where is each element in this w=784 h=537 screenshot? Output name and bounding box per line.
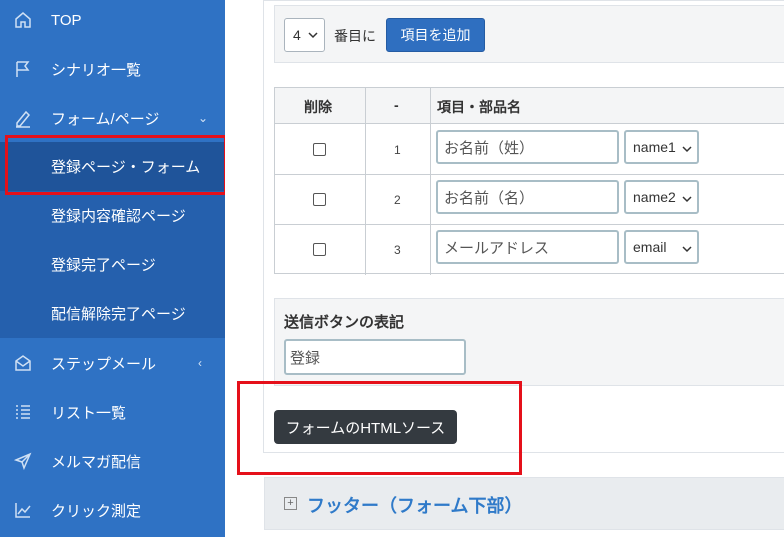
home-icon (12, 9, 34, 31)
sidebar-item-scenarios[interactable]: シナリオ一覧 (0, 45, 225, 93)
send-icon (12, 450, 34, 472)
field-name-value: name2 (633, 189, 676, 205)
sidebar-item-label: メルマガ配信 (51, 453, 142, 471)
column-header-delete: 削除 (304, 99, 332, 115)
forms-submenu: 登録ページ・フォーム 登録内容確認ページ 登録完了ページ 配信解除完了ページ (0, 142, 225, 338)
position-suffix-label: 番目に (334, 28, 376, 44)
item-label-value: お名前（姓） (444, 139, 535, 157)
footer-section-title[interactable]: フッター（フォーム下部） (307, 492, 522, 518)
submenu-item-label: 登録ページ・フォーム (51, 159, 201, 176)
row-divider (275, 224, 784, 225)
table-header (275, 88, 784, 124)
submit-label-heading: 送信ボタンの表記 (284, 314, 405, 331)
sidebar: TOP シナリオ一覧 フォーム/ページ ⌄ 登録ページ・フォーム 登録内容確認ペ… (0, 0, 225, 537)
sidebar-item-click-tracking[interactable]: クリック測定 (0, 486, 225, 534)
row-number: 2 (394, 193, 401, 207)
row-number: 1 (394, 143, 401, 157)
list-icon (12, 401, 34, 423)
row-divider (275, 174, 784, 175)
column-divider (430, 88, 431, 275)
sidebar-item-label: ステップメール (51, 355, 157, 373)
sidebar-item-label: TOP (51, 11, 82, 29)
submenu-item-complete-page[interactable]: 登録完了ページ (0, 240, 225, 289)
field-name-value: name1 (633, 139, 676, 155)
chart-icon (12, 499, 34, 521)
item-label-value: お名前（名） (444, 189, 535, 207)
field-name-value: email (633, 239, 667, 255)
submenu-item-registration-form[interactable]: 登録ページ・フォーム (0, 142, 225, 191)
submenu-item-confirm-page[interactable]: 登録内容確認ページ (0, 191, 225, 240)
sidebar-item-label: クリック測定 (51, 502, 142, 520)
sidebar-item-forms[interactable]: フォーム/ページ ⌄ (0, 94, 225, 142)
add-item-button[interactable]: 項目を追加 (386, 18, 485, 52)
expand-icon[interactable]: + (284, 497, 297, 510)
submenu-item-unsubscribe-page[interactable]: 配信解除完了ページ (0, 289, 225, 338)
chevron-down-icon (682, 192, 692, 208)
delete-checkbox[interactable] (313, 243, 326, 256)
content-gutter (225, 0, 255, 537)
item-label-input[interactable]: お名前（名） (436, 180, 619, 214)
chevron-down-icon: ⌄ (198, 111, 209, 125)
sidebar-item-step-mail[interactable]: ステップメール ‹ (0, 339, 225, 387)
row-number: 3 (394, 243, 401, 257)
column-header-order: - (394, 97, 399, 113)
submit-label-input[interactable]: 登録 (284, 339, 466, 375)
sidebar-item-label: リスト一覧 (51, 404, 127, 422)
delete-checkbox[interactable] (313, 193, 326, 206)
item-label-input[interactable]: お名前（姓） (436, 130, 619, 164)
flag-icon (12, 58, 34, 80)
field-name-select[interactable]: email (624, 230, 699, 264)
chevron-down-icon (682, 142, 692, 158)
sidebar-item-newsletter[interactable]: メルマガ配信 (0, 437, 225, 485)
sidebar-item-lists[interactable]: リスト一覧 (0, 388, 225, 436)
submit-label-value: 登録 (290, 349, 321, 367)
position-select[interactable]: 4 (284, 18, 325, 52)
item-label-value: メールアドレス (444, 239, 550, 257)
sidebar-item-label: フォーム/ページ (51, 110, 160, 128)
chevron-left-icon: ‹ (198, 356, 202, 370)
html-source-button[interactable]: フォームのHTMLソース (274, 410, 457, 444)
sidebar-item-label: シナリオ一覧 (51, 61, 142, 79)
field-name-select[interactable]: name1 (624, 130, 699, 164)
pencil-icon (12, 107, 34, 129)
position-select-value: 4 (293, 27, 301, 43)
chevron-down-icon (308, 28, 318, 45)
sidebar-item-top[interactable]: TOP (0, 0, 225, 44)
column-divider (365, 88, 366, 275)
submenu-item-label: 登録内容確認ページ (51, 208, 186, 225)
envelope-icon (12, 352, 34, 374)
chevron-down-icon (682, 242, 692, 258)
submenu-item-label: 配信解除完了ページ (51, 306, 186, 323)
submenu-item-label: 登録完了ページ (51, 257, 156, 274)
field-name-select[interactable]: name2 (624, 180, 699, 214)
delete-checkbox[interactable] (313, 143, 326, 156)
item-label-input[interactable]: メールアドレス (436, 230, 619, 264)
column-header-item-name: 項目・部品名 (437, 99, 521, 115)
